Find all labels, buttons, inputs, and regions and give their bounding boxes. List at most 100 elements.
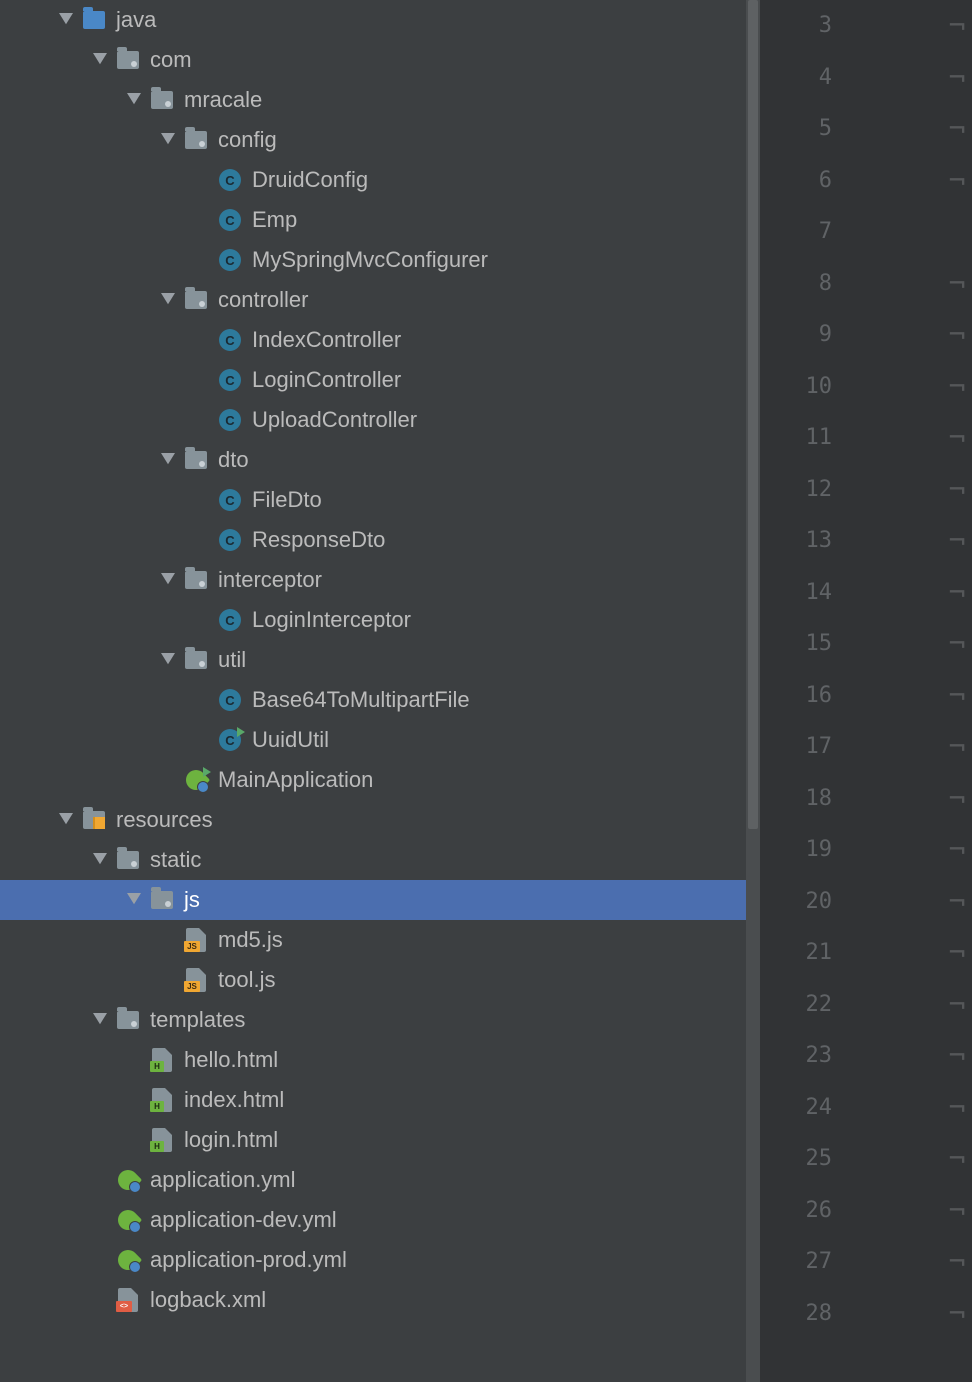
gutter-fold-mark[interactable]: ⌐	[942, 309, 972, 361]
gutter-fold-mark[interactable]: ⌐	[942, 618, 972, 670]
line-number[interactable]: 17	[760, 721, 850, 773]
line-number[interactable]: 14	[760, 567, 850, 619]
gutter-fold-mark[interactable]: ⌐	[942, 361, 972, 413]
scrollbar-thumb[interactable]	[748, 0, 758, 829]
gutter-fold-mark[interactable]: ⌐	[942, 515, 972, 567]
line-number[interactable]: 24	[760, 1082, 850, 1134]
gutter-fold-mark[interactable]: ⌐	[942, 979, 972, 1031]
line-number[interactable]: 18	[760, 773, 850, 825]
line-number[interactable]: 4	[760, 52, 850, 104]
tree-item[interactable]: config	[0, 120, 760, 160]
tree-item[interactable]: application-dev.yml	[0, 1200, 760, 1240]
scrollbar-vertical[interactable]	[746, 0, 760, 1382]
gutter-fold-mark[interactable]: ⌐	[942, 0, 972, 52]
line-number[interactable]: 9	[760, 309, 850, 361]
chevron-down-icon[interactable]	[56, 810, 76, 830]
tree-item[interactable]: CResponseDto	[0, 520, 760, 560]
line-number[interactable]: 8	[760, 258, 850, 310]
line-number[interactable]: 13	[760, 515, 850, 567]
gutter-fold-mark[interactable]: ⌐	[942, 670, 972, 722]
tree-item[interactable]: templates	[0, 1000, 760, 1040]
line-number[interactable]: 19	[760, 824, 850, 876]
gutter-fold-mark[interactable]: ⌐	[942, 567, 972, 619]
line-number[interactable]: 5	[760, 103, 850, 155]
gutter-fold-mark[interactable]: ⌐	[942, 464, 972, 516]
tree-item[interactable]: CMySpringMvcConfigurer	[0, 240, 760, 280]
tree-item[interactable]: interceptor	[0, 560, 760, 600]
chevron-down-icon[interactable]	[158, 650, 178, 670]
tree-item[interactable]: JSmd5.js	[0, 920, 760, 960]
gutter-fold-mark[interactable]: ⌐	[942, 103, 972, 155]
chevron-down-icon[interactable]	[158, 290, 178, 310]
tree-item[interactable]: CLoginInterceptor	[0, 600, 760, 640]
tree-item[interactable]: java	[0, 0, 760, 40]
gutter-fold-mark[interactable]: ⌐	[942, 412, 972, 464]
tree-item[interactable]: com	[0, 40, 760, 80]
line-number[interactable]: 12	[760, 464, 850, 516]
tree-item[interactable]: dto	[0, 440, 760, 480]
gutter-fold-mark[interactable]: ⌐	[942, 1288, 972, 1340]
gutter-fold-mark[interactable]: ⌐	[942, 824, 972, 876]
tree-item[interactable]: CIndexController	[0, 320, 760, 360]
tree-item[interactable]: static	[0, 840, 760, 880]
line-number[interactable]: 16	[760, 670, 850, 722]
chevron-down-icon[interactable]	[158, 450, 178, 470]
tree-item[interactable]: controller	[0, 280, 760, 320]
tree-item[interactable]: JStool.js	[0, 960, 760, 1000]
chevron-down-icon[interactable]	[56, 10, 76, 30]
gutter-fold-mark[interactable]: ⌐	[942, 155, 972, 207]
line-number[interactable]: 6	[760, 155, 850, 207]
gutter-fold-mark[interactable]: ⌐	[942, 1082, 972, 1134]
gutter-fold-mark[interactable]: ⌐	[942, 1133, 972, 1185]
chevron-down-icon[interactable]	[90, 50, 110, 70]
tree-item[interactable]: CBase64ToMultipartFile	[0, 680, 760, 720]
chevron-down-icon[interactable]	[158, 130, 178, 150]
gutter-fold-mark[interactable]: ⌐	[942, 52, 972, 104]
tree-item[interactable]: CLoginController	[0, 360, 760, 400]
line-number[interactable]: 20	[760, 876, 850, 928]
gutter-fold-mark[interactable]: ⌐	[942, 773, 972, 825]
gutter-fold-mark[interactable]: ⌐	[942, 1185, 972, 1237]
tree-item[interactable]: MainApplication	[0, 760, 760, 800]
tree-item[interactable]: <>logback.xml	[0, 1280, 760, 1320]
gutter-fold-mark[interactable]: ⌐	[942, 876, 972, 928]
line-number[interactable]: 3	[760, 0, 850, 52]
line-number[interactable]: 15	[760, 618, 850, 670]
line-number[interactable]: 7	[760, 206, 850, 258]
tree-item[interactable]: js	[0, 880, 760, 920]
chevron-down-icon[interactable]	[90, 850, 110, 870]
gutter-fold-mark[interactable]: ⌐	[942, 721, 972, 773]
tree-item[interactable]: mracale	[0, 80, 760, 120]
tree-item[interactable]: CFileDto	[0, 480, 760, 520]
line-number[interactable]: 10	[760, 361, 850, 413]
tree-item[interactable]: CEmp	[0, 200, 760, 240]
chevron-down-icon[interactable]	[124, 90, 144, 110]
line-number[interactable]: 21	[760, 927, 850, 979]
gutter-fold-mark[interactable]	[942, 206, 972, 258]
line-number[interactable]: 25	[760, 1133, 850, 1185]
line-number[interactable]: 27	[760, 1236, 850, 1288]
tree-item[interactable]: Hindex.html	[0, 1080, 760, 1120]
gutter-fold-mark[interactable]: ⌐	[942, 1236, 972, 1288]
tree-item[interactable]: CDruidConfig	[0, 160, 760, 200]
tree-item[interactable]: CUuidUtil	[0, 720, 760, 760]
tree-item[interactable]: resources	[0, 800, 760, 840]
tree-item[interactable]: application.yml	[0, 1160, 760, 1200]
line-number[interactable]: 22	[760, 979, 850, 1031]
project-tree[interactable]: javacommracaleconfigCDruidConfigCEmpCMyS…	[0, 0, 760, 1320]
chevron-down-icon[interactable]	[158, 570, 178, 590]
tree-item[interactable]: CUploadController	[0, 400, 760, 440]
tree-item[interactable]: util	[0, 640, 760, 680]
chevron-down-icon[interactable]	[90, 1010, 110, 1030]
tree-item[interactable]: application-prod.yml	[0, 1240, 760, 1280]
line-number[interactable]: 23	[760, 1030, 850, 1082]
chevron-down-icon[interactable]	[124, 890, 144, 910]
gutter-fold-mark[interactable]: ⌐	[942, 1030, 972, 1082]
gutter-fold-mark[interactable]: ⌐	[942, 258, 972, 310]
line-number[interactable]: 26	[760, 1185, 850, 1237]
line-number[interactable]: 28	[760, 1288, 850, 1340]
gutter-fold-mark[interactable]: ⌐	[942, 927, 972, 979]
tree-item[interactable]: Hlogin.html	[0, 1120, 760, 1160]
line-number[interactable]: 11	[760, 412, 850, 464]
tree-item[interactable]: Hhello.html	[0, 1040, 760, 1080]
